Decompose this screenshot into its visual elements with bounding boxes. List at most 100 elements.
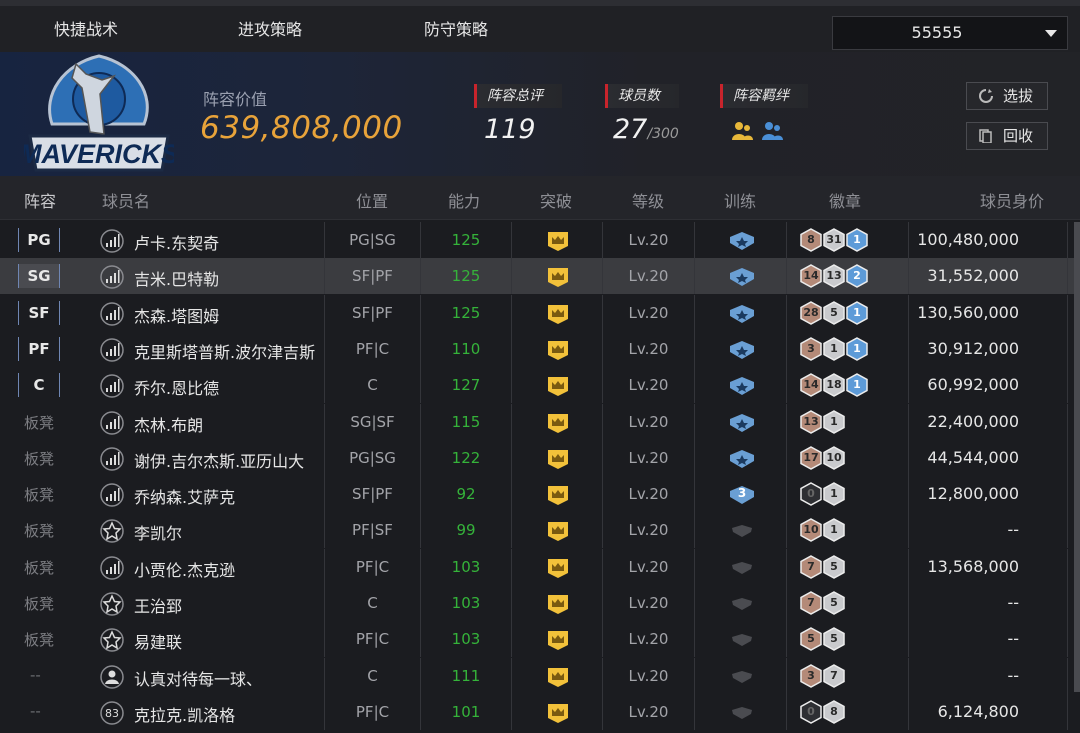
player-name[interactable]: 易建联	[134, 629, 182, 653]
svg-text:83: 83	[105, 707, 119, 720]
draft-button[interactable]: 选拔	[966, 82, 1048, 110]
col-player-name[interactable]: 球员名	[102, 188, 150, 212]
training-cell[interactable]	[694, 367, 786, 404]
table-row[interactable]: 板凳 谢伊.吉尔杰斯.亚历山大 PG|SG 122 Lv.20 17 10 44,544,00…	[0, 439, 1080, 476]
training-cell[interactable]	[694, 439, 786, 476]
lineup-select[interactable]: 55555	[832, 16, 1068, 50]
player-name[interactable]: 认真对待每一球、	[134, 666, 262, 690]
tab-defense-strategy[interactable]: 防守策略	[424, 16, 488, 44]
player-name[interactable]: 小贾伦.杰克逊	[134, 557, 235, 581]
bench-label[interactable]: 板凳	[24, 448, 54, 469]
col-lineup[interactable]: 阵容	[24, 188, 56, 212]
table-row[interactable]: 板凳 乔纳森.艾萨克 SF|PF 92 Lv.20 3 0 1 12,800,000	[0, 476, 1080, 513]
player-position: PG|SG	[324, 222, 420, 258]
player-count-label: 球员数	[605, 84, 679, 108]
player-name[interactable]: 克里斯塔普斯.波尔津吉斯	[134, 339, 315, 363]
user-icon	[100, 664, 124, 689]
bench-label[interactable]: 板凳	[24, 593, 54, 614]
table-row[interactable]: SG 吉米.巴特勒 SF|PF 125 Lv.20 14 13 2 31,552,000	[0, 258, 1080, 295]
col-level[interactable]: 等级	[632, 188, 664, 212]
badges-cell[interactable]: 10 1	[786, 512, 908, 549]
lineup-slot-badge[interactable]: C	[18, 373, 60, 398]
player-ability: 99	[420, 512, 511, 549]
training-shield-icon	[730, 340, 754, 359]
player-name[interactable]: 乔纳森.艾萨克	[134, 484, 235, 508]
table-row[interactable]: SF 杰森.塔图姆 SF|PF 125 Lv.20 28 5 1 130,560,000	[0, 294, 1080, 331]
badges-cell[interactable]: 13 1	[786, 403, 908, 440]
table-row[interactable]: 板凳 王治郅 C 103 Lv.20 7 5 --	[0, 585, 1080, 621]
badges-cell[interactable]: 28 5 1	[786, 294, 908, 331]
table-row[interactable]: 板凳 李凯尔 PF|SF 99 Lv.20 10 1 --	[0, 512, 1080, 549]
bench-label[interactable]: 板凳	[24, 412, 54, 433]
recycle-button[interactable]: 回收	[966, 122, 1048, 150]
badges-cell[interactable]: 37	[786, 657, 908, 694]
signal-icon	[100, 374, 124, 398]
col-player-value[interactable]: 球员身价	[980, 188, 1044, 212]
bench-label[interactable]: 板凳	[24, 629, 54, 650]
training-cell[interactable]	[694, 512, 786, 549]
table-row[interactable]: 板凳 杰林.布朗 SG|SF 115 Lv.20 13 1 22,400,000	[0, 403, 1080, 440]
col-badges[interactable]: 徽章	[829, 188, 861, 212]
tab-quick-tactics[interactable]: 快捷战术	[54, 16, 118, 44]
badges-cell[interactable]: 14 18 1	[786, 367, 908, 404]
training-cell[interactable]	[694, 585, 786, 621]
badges-cell[interactable]: 8 31 1	[786, 222, 908, 258]
player-name[interactable]: 卢卡.东契奇	[134, 230, 219, 254]
bond-gold-icon[interactable]	[730, 120, 754, 142]
badges-cell[interactable]: 01	[786, 476, 908, 513]
training-cell[interactable]	[694, 403, 786, 440]
player-name[interactable]: 王治郅	[134, 593, 182, 617]
badges-cell[interactable]: 75	[786, 585, 908, 621]
training-cell[interactable]	[694, 621, 786, 658]
badges-cell[interactable]: 17 10	[786, 439, 908, 476]
lineup-slot-badge[interactable]: PF	[18, 336, 60, 361]
training-cell[interactable]	[694, 548, 786, 585]
col-position[interactable]: 位置	[356, 188, 388, 212]
badges-cell[interactable]: 08	[786, 693, 908, 730]
player-name[interactable]: 谢伊.吉尔杰斯.亚历山大	[134, 448, 304, 472]
badge-count: 5	[830, 559, 838, 573]
team-logo: MAVERICKS	[24, 54, 174, 172]
scrollbar[interactable]	[1074, 222, 1080, 692]
col-ability[interactable]: 能力	[448, 188, 480, 212]
lineup-slot-badge[interactable]: SF	[18, 300, 60, 325]
training-cell[interactable]	[694, 258, 786, 295]
table-row[interactable]: PF 克里斯塔普斯.波尔津吉斯 PF|C 110 Lv.20 3 1 1 30,912,000	[0, 330, 1080, 367]
badges-cell[interactable]: 75	[786, 548, 908, 585]
table-row[interactable]: 板凳 易建联 PF|C 103 Lv.20 5 5 --	[0, 621, 1080, 658]
crown-icon	[548, 449, 568, 469]
empty-slot-label[interactable]: --	[30, 666, 41, 684]
player-name[interactable]: 李凯尔	[134, 520, 182, 544]
player-name[interactable]: 克拉克.凯洛格	[134, 702, 235, 726]
lineup-slot-badge[interactable]: SG	[18, 264, 60, 289]
bond-blue-icon[interactable]	[760, 120, 784, 142]
training-cell[interactable]	[694, 693, 786, 730]
empty-slot-label[interactable]: --	[30, 702, 41, 720]
training-cell[interactable]: 3	[694, 476, 786, 513]
training-cell[interactable]	[694, 330, 786, 367]
training-cell[interactable]	[694, 222, 786, 258]
player-name[interactable]: 杰森.塔图姆	[134, 303, 219, 327]
tab-offense-strategy[interactable]: 进攻策略	[238, 16, 302, 44]
training-cell[interactable]	[694, 294, 786, 331]
training-cell[interactable]	[694, 657, 786, 694]
table-row[interactable]: -- 83 克拉克.凯洛格 PF|C 101 Lv.20 0 8 6,124,800	[0, 693, 1080, 730]
star-icon	[100, 628, 124, 653]
player-name[interactable]: 乔尔.恩比德	[134, 375, 219, 399]
bench-label[interactable]: 板凳	[24, 520, 54, 541]
bench-label[interactable]: 板凳	[24, 484, 54, 505]
table-row[interactable]: C 乔尔.恩比德 C 127 Lv.20 14 18 1 60,992,000	[0, 367, 1080, 404]
col-training[interactable]: 训练	[724, 188, 756, 212]
table-row[interactable]: 板凳 小贾伦.杰克逊 PF|C 103 Lv.20 7 5 13,568,000	[0, 548, 1080, 585]
player-name[interactable]: 杰林.布朗	[134, 412, 203, 436]
lineup-slot-badge[interactable]: PG	[18, 228, 60, 252]
badges-cell[interactable]: 3 1 1	[786, 330, 908, 367]
breakthrough-cell	[511, 512, 602, 549]
player-name[interactable]: 吉米.巴特勒	[134, 266, 219, 290]
col-breakthrough[interactable]: 突破	[540, 188, 572, 212]
table-row[interactable]: PG 卢卡.东契奇 PG|SG 125 Lv.20 8 31 1 100,480,000	[0, 222, 1080, 258]
badges-cell[interactable]: 14 13 2	[786, 258, 908, 295]
badges-cell[interactable]: 55	[786, 621, 908, 658]
table-row[interactable]: -- 认真对待每一球、 C 111 Lv.20 3 7 --	[0, 657, 1080, 694]
bench-label[interactable]: 板凳	[24, 557, 54, 578]
